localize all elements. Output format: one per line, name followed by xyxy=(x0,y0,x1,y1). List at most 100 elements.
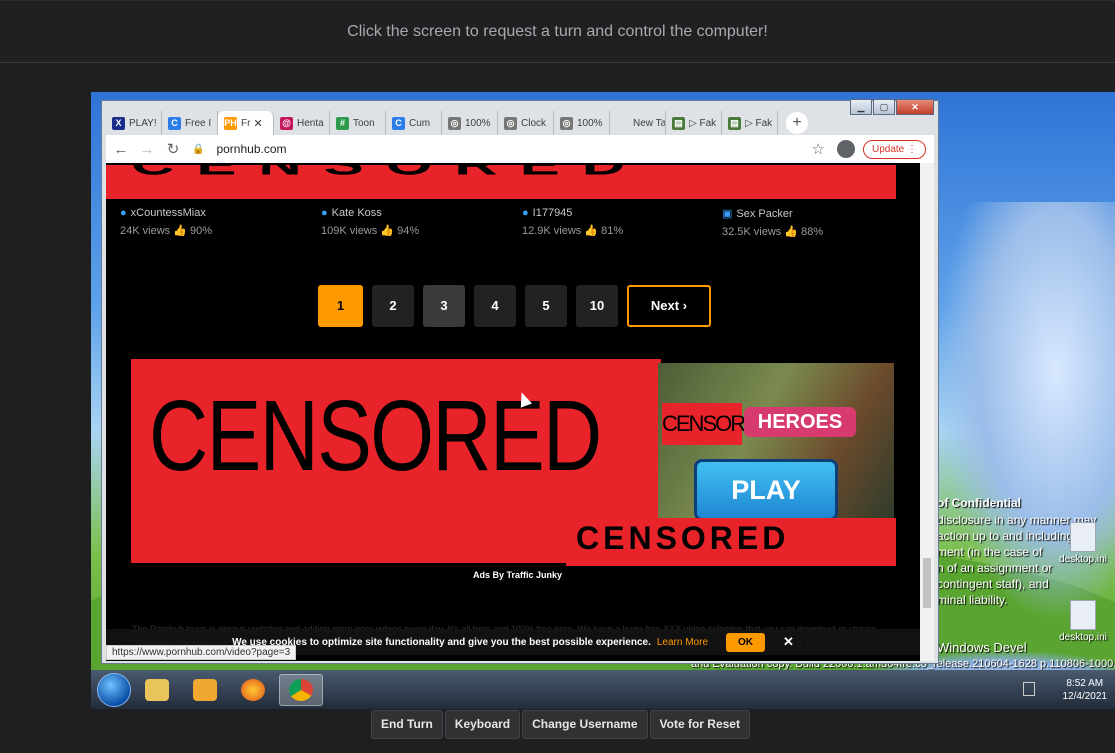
account-avatar-icon[interactable] xyxy=(836,140,855,158)
browser-tab[interactable]: @ Henta xyxy=(274,111,330,135)
tab-label: Free I xyxy=(185,117,212,129)
browser-tab[interactable]: PH Fr ✕ xyxy=(218,111,274,135)
tab-label: ▷ Fak xyxy=(689,117,717,129)
confidential-title: of Confidential xyxy=(937,496,1021,510)
browser-toolbar: ← → ↻ 🔒 pornhub.com ☆ Update ⋮ xyxy=(106,135,934,163)
page-scrollbar[interactable] xyxy=(920,163,934,661)
tab-close-icon[interactable]: ✕ xyxy=(253,117,262,130)
taskbar-media-player[interactable] xyxy=(183,674,227,706)
thumbs-up-icon: 👍 xyxy=(784,226,799,238)
learn-more-link[interactable]: Learn More xyxy=(657,637,708,648)
start-button[interactable] xyxy=(97,672,131,707)
control-buttons: End Turn Keyboard Change Username Vote for … xyxy=(0,710,1115,739)
browser-tab[interactable]: C Cum xyxy=(386,111,442,135)
taskbar-chrome[interactable] xyxy=(279,673,323,706)
minimize-button[interactable]: ▁ xyxy=(850,99,872,115)
tab-label: Cum xyxy=(409,117,431,129)
tab-favicon-icon: # xyxy=(336,116,349,130)
folder-icon xyxy=(145,678,169,701)
tab-label: PLAY! xyxy=(129,117,157,129)
page-button[interactable]: 5 xyxy=(525,285,567,327)
taskbar: 8:52 AM 12/4/2021 xyxy=(91,670,1115,709)
bookmark-star-icon[interactable]: ☆ xyxy=(812,140,825,158)
browser-tab[interactable]: # Toon xyxy=(330,111,386,135)
censored-banner-top: CENSORED xyxy=(106,165,896,199)
game-ad-censored: CENSORED xyxy=(662,403,773,445)
taskbar-explorer[interactable] xyxy=(135,674,179,706)
taskbar-clock[interactable]: 8:52 AM 12/4/2021 xyxy=(1063,677,1108,703)
instruction-text: Click the screen to request a turn and c… xyxy=(347,22,768,40)
scrollbar-thumb[interactable] xyxy=(923,558,931,608)
tab-favicon-icon: C xyxy=(392,116,405,130)
confidential-line: n of an assignment or xyxy=(937,561,1053,575)
reload-icon[interactable]: ↻ xyxy=(162,140,184,158)
browser-tab[interactable]: ◎ 100% xyxy=(442,111,498,135)
end-turn-button[interactable]: End Turn xyxy=(371,710,443,739)
browser-tab[interactable]: ▤ ▷ Fak xyxy=(666,111,722,135)
video-meta: ▣ Sex Packer 32.5K views 👍 88% xyxy=(722,207,920,238)
channel-link[interactable]: xCountessMiax xyxy=(131,207,206,219)
keyboard-button[interactable]: Keyboard xyxy=(444,710,521,739)
page-button[interactable]: 1 xyxy=(318,285,363,327)
forward-icon[interactable]: → xyxy=(136,141,158,158)
window-controls: ▁ ▢ ✕ xyxy=(849,99,934,115)
file-icon xyxy=(1070,522,1096,552)
rating: 88% xyxy=(801,226,824,238)
page-button[interactable]: 3 xyxy=(423,285,465,327)
status-bar-url: https://www.pornhub.com/video?page=3 xyxy=(106,645,297,660)
page-button[interactable]: 2 xyxy=(372,285,414,327)
next-label: Next xyxy=(650,298,680,313)
browser-tab[interactable]: ▤ ▷ Fak xyxy=(722,111,778,135)
next-page-button[interactable]: Next › xyxy=(627,285,711,327)
channel-link[interactable]: I177945 xyxy=(533,207,573,219)
browser-tab[interactable]: C Free I xyxy=(162,111,218,135)
thumbs-up-icon: 👍 xyxy=(584,225,599,237)
update-button[interactable]: Update ⋮ xyxy=(862,139,926,159)
confidential-line: minal liability. xyxy=(937,593,1008,607)
tab-favicon-icon: C xyxy=(168,116,181,130)
channel-link[interactable]: Kate Koss xyxy=(332,207,382,219)
tray-network-icon[interactable] xyxy=(1023,682,1035,696)
file-icon xyxy=(1070,600,1096,630)
maximize-button[interactable]: ▢ xyxy=(873,99,895,115)
cookie-ok-button[interactable]: OK xyxy=(726,632,766,652)
desktop-ini-icon[interactable]: desktop.ini xyxy=(1055,522,1111,565)
browser-tab[interactable]: New Tab xyxy=(610,111,666,135)
address-bar[interactable]: pornhub.com xyxy=(216,142,811,156)
game-ad[interactable]: CENSORED HEROES PLAY FREE xyxy=(658,363,894,528)
thumbs-up-icon: 👍 xyxy=(173,225,187,237)
remote-screen[interactable]: of Confidential disclosure in any manner… xyxy=(91,92,1115,709)
verified-icon: ● xyxy=(120,207,127,219)
channel-link[interactable]: Sex Packer xyxy=(736,208,792,220)
change-username-button[interactable]: Change Username xyxy=(522,710,648,739)
clock-date: 12/4/2021 xyxy=(1062,691,1108,702)
browser-tab[interactable]: ◎ Clock xyxy=(498,111,554,135)
tab-favicon-icon: X xyxy=(112,116,125,130)
new-tab-button[interactable]: + xyxy=(786,112,808,134)
view-count: 109K views xyxy=(321,225,378,237)
ads-by-label[interactable]: Ads By Traffic Junky xyxy=(473,570,562,580)
browser-tab[interactable]: ◎ 100% xyxy=(554,111,610,135)
taskbar-firefox[interactable] xyxy=(231,674,275,706)
page-content: CENSORED ● xCountessMiax 24K views 👍 90% ● K… xyxy=(106,163,920,661)
lock-icon[interactable]: 🔒 xyxy=(192,144,204,155)
browser-tab[interactable]: X PLAY! xyxy=(106,111,162,135)
tab-favicon-icon: @ xyxy=(280,116,293,130)
desktop-ini-icon-2[interactable]: desktop.ini xyxy=(1055,600,1111,643)
page-button[interactable]: 10 xyxy=(576,285,618,327)
back-icon[interactable]: ← xyxy=(110,141,132,158)
tab-label: Fr xyxy=(241,117,251,129)
chevron-right-icon: › xyxy=(682,298,688,313)
confidential-line: ment (in the case of xyxy=(937,545,1043,559)
page-button[interactable]: 4 xyxy=(474,285,516,327)
media-player-icon xyxy=(193,678,217,701)
clock-time: 8:52 AM xyxy=(1066,678,1104,689)
tab-favicon-icon: ▤ xyxy=(672,116,685,130)
play-free-button[interactable]: PLAY FREE xyxy=(694,459,838,521)
tab-label: Toon xyxy=(353,117,375,129)
cookie-close-icon[interactable]: ✕ xyxy=(783,634,794,650)
verified-icon: ● xyxy=(522,207,529,219)
close-window-button[interactable]: ✕ xyxy=(896,99,934,115)
vote-for-reset-button[interactable]: Vote for Reset xyxy=(649,710,750,739)
verified-icon: ● xyxy=(321,207,328,219)
